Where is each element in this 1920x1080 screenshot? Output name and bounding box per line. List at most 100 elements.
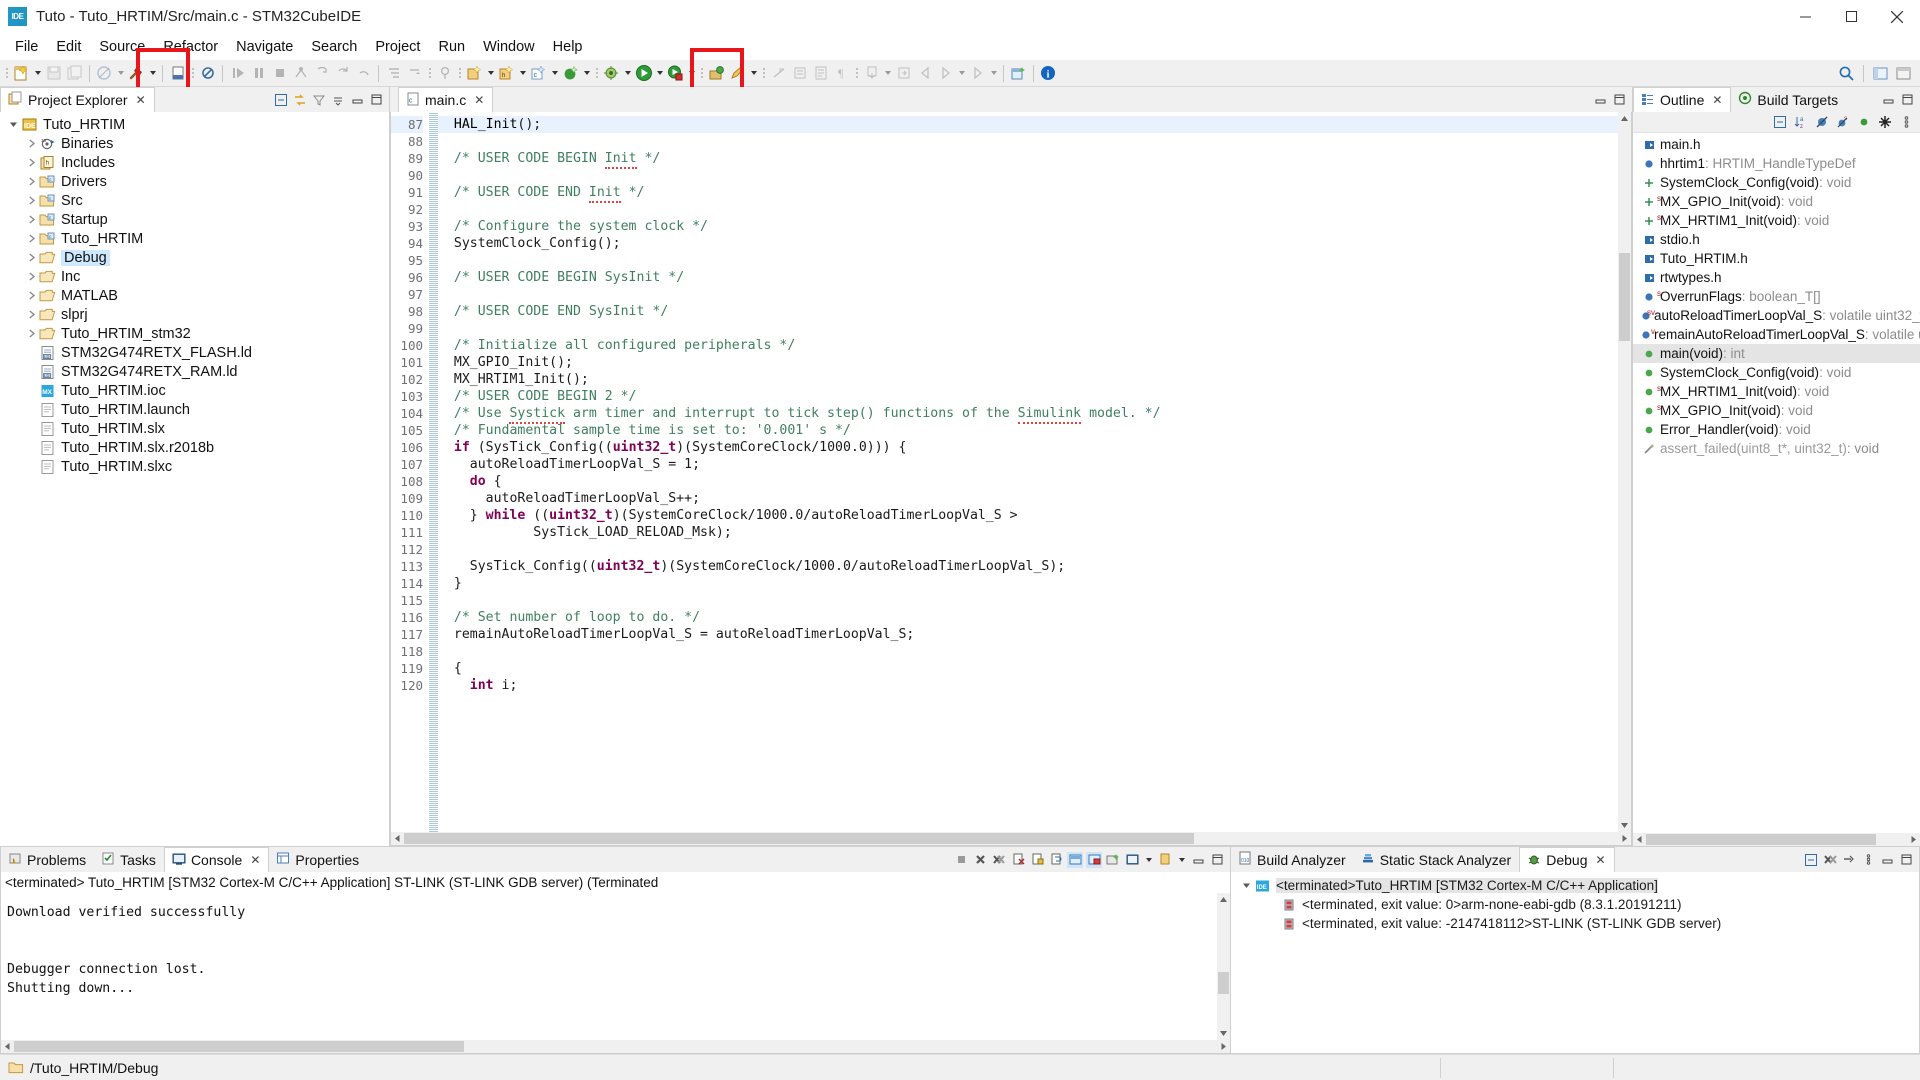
scroll-thumb[interactable] — [1218, 972, 1229, 994]
menu-source[interactable]: Source — [90, 36, 154, 58]
clear-console-icon[interactable] — [1010, 852, 1026, 868]
hide-static-icon[interactable]: s — [1835, 114, 1851, 130]
code-editor[interactable]: 87 88 89 90 91 92 93 94 95 96 97 98 99 100 101 102 103 10… — [390, 112, 1632, 846]
new-console-view-icon[interactable] — [1124, 852, 1140, 868]
code-line[interactable]: if (SysTick_Config((uint32_t)(SystemCore… — [438, 439, 1618, 456]
tree-item[interactable]: c Startup — [0, 210, 389, 229]
code-line[interactable]: /* USER CODE BEGIN SysInit */ — [438, 269, 1618, 286]
collapse-all-icon[interactable] — [1772, 114, 1788, 130]
toolbar-drag-handle[interactable] — [190, 64, 195, 82]
resume-icon[interactable] — [227, 63, 248, 84]
outline-tree[interactable]: main.h hhrtim1 : HRTIM_HandleTypeDef Syste… — [1633, 133, 1920, 833]
toolbar-drag-handle[interactable] — [594, 64, 599, 82]
code-line[interactable] — [438, 252, 1618, 269]
expand-arrow-icon[interactable] — [24, 267, 38, 286]
pencil-dropdown-icon[interactable] — [748, 63, 759, 83]
code-line[interactable] — [438, 133, 1618, 150]
code-line[interactable] — [438, 167, 1618, 184]
code-line[interactable]: autoReloadTimerLoopVal_S = 1; — [438, 456, 1618, 473]
minimize-icon[interactable] — [349, 92, 365, 108]
menu-refactor[interactable]: Refactor — [154, 36, 227, 58]
expand-arrow-icon[interactable] — [1239, 876, 1253, 895]
close-tab-icon[interactable]: ✕ — [250, 853, 260, 867]
build-all-icon[interactable] — [167, 63, 188, 84]
code-line[interactable]: } — [438, 575, 1618, 592]
tab-outline[interactable]: Outline ✕ — [1633, 87, 1732, 112]
link-with-editor-icon[interactable] — [292, 92, 308, 108]
debug-configuration-icon[interactable] — [601, 63, 622, 84]
code-line[interactable]: do { — [438, 473, 1618, 490]
code-line[interactable]: /* Configure the system clock */ — [438, 218, 1618, 235]
minimize-icon[interactable] — [1190, 852, 1206, 868]
open-console-menu-icon[interactable] — [1176, 850, 1187, 870]
code-line[interactable] — [438, 592, 1618, 609]
search-icon[interactable] — [1836, 63, 1857, 84]
run-last-dropdown-icon[interactable] — [686, 63, 697, 83]
tree-item[interactable]: Inc — [0, 267, 389, 286]
history-icon[interactable] — [967, 63, 988, 84]
run-last-icon[interactable] — [665, 63, 686, 84]
code-line[interactable]: SystemClock_Config(); — [438, 235, 1618, 252]
step-filters-icon[interactable] — [1841, 852, 1857, 868]
scroll-right-icon[interactable] — [1907, 833, 1920, 846]
scroll-up-icon[interactable] — [1217, 893, 1230, 906]
code-line[interactable]: } while ((uint32_t)(SystemCoreClock/1000… — [438, 507, 1618, 524]
outline-item[interactable]: SystemClock_Config(void) : void — [1633, 363, 1920, 382]
code-line[interactable]: MX_GPIO_Init(); — [438, 354, 1618, 371]
last-edit-location-icon[interactable] — [861, 63, 882, 84]
scroll-left-icon[interactable] — [1633, 833, 1646, 846]
build-dropdown-icon[interactable] — [147, 63, 158, 83]
code-line[interactable]: SysTick_LOAD_RELOAD_Msk); — [438, 524, 1618, 541]
pin-console-icon[interactable] — [1067, 851, 1083, 868]
step-return-icon[interactable] — [353, 63, 374, 84]
view-filter-icon[interactable] — [311, 92, 327, 108]
scroll-up-icon[interactable] — [1618, 112, 1631, 125]
code-line[interactable] — [438, 320, 1618, 337]
save-all-icon[interactable] — [64, 63, 85, 84]
new-perspective-icon[interactable] — [1008, 63, 1029, 84]
tree-item[interactable]: c Drivers — [0, 172, 389, 191]
tree-item[interactable]: c Tuto_HRTIM — [0, 229, 389, 248]
tree-item[interactable]: IDE Tuto_HRTIM — [0, 115, 389, 134]
code-line[interactable]: /* USER CODE END Init */ — [438, 184, 1618, 203]
link-editor-icon[interactable] — [404, 63, 425, 84]
outline-item[interactable]: s MX_HRTIM1_Init(void) : void — [1633, 382, 1920, 401]
scroll-right-icon[interactable] — [1217, 1040, 1230, 1053]
collapse-all-icon[interactable] — [273, 92, 289, 108]
open-console-dropdown-icon[interactable] — [1157, 852, 1173, 868]
tree-item[interactable]: LD STM32G474RETX_FLASH.ld — [0, 343, 389, 362]
toolbar-drag-handle[interactable] — [761, 64, 766, 82]
debug-tree-item[interactable]: IDE <terminated>Tuto_HRTIM [STM32 Cortex-… — [1231, 876, 1919, 895]
editor-vertical-scrollbar[interactable] — [1618, 112, 1631, 832]
outline-item[interactable]: SystemClock_Config(void) : void — [1633, 173, 1920, 192]
scroll-down-icon[interactable] — [1217, 1027, 1230, 1040]
scroll-left-icon[interactable] — [1, 1040, 14, 1053]
word-wrap-icon[interactable] — [1048, 852, 1064, 868]
code-line[interactable]: MX_HRTIM1_Init(); — [438, 371, 1618, 388]
previous-annotation-icon[interactable] — [789, 63, 810, 84]
build-hammer-icon[interactable] — [126, 63, 147, 84]
code-line[interactable] — [438, 201, 1618, 218]
clean-icon[interactable] — [197, 63, 218, 84]
scroll-left-icon[interactable] — [391, 832, 404, 845]
open-element-icon[interactable] — [893, 63, 914, 84]
expand-arrow-icon[interactable] — [24, 248, 38, 267]
console-horizontal-scrollbar[interactable] — [1, 1040, 1230, 1053]
debug-tree-item[interactable]: <terminated, exit value: 0>arm-none-eabi… — [1231, 895, 1919, 914]
new-source-dropdown-icon[interactable] — [549, 63, 560, 83]
close-icon[interactable] — [1874, 0, 1920, 34]
code-line[interactable] — [438, 541, 1618, 558]
outline-horizontal-scrollbar[interactable] — [1633, 833, 1920, 846]
scroll-thumb[interactable] — [1619, 253, 1630, 341]
perspective-c-icon[interactable] — [1870, 63, 1891, 84]
expand-arrow-icon[interactable] — [24, 324, 38, 343]
new-header-icon[interactable]: h — [496, 63, 517, 84]
remove-launch-icon[interactable] — [972, 852, 988, 868]
tab-debug[interactable]: Debug ✕ — [1519, 847, 1615, 872]
expand-arrow-icon[interactable] — [24, 286, 38, 305]
maximize-icon[interactable] — [1898, 852, 1914, 868]
new-wizard-dropdown-icon[interactable] — [32, 63, 43, 83]
view-menu-icon[interactable] — [1860, 852, 1876, 868]
tab-static-stack-analyzer[interactable]: Static Stack Analyzer — [1353, 847, 1520, 872]
debug-configuration-dropdown-icon[interactable] — [622, 63, 633, 83]
